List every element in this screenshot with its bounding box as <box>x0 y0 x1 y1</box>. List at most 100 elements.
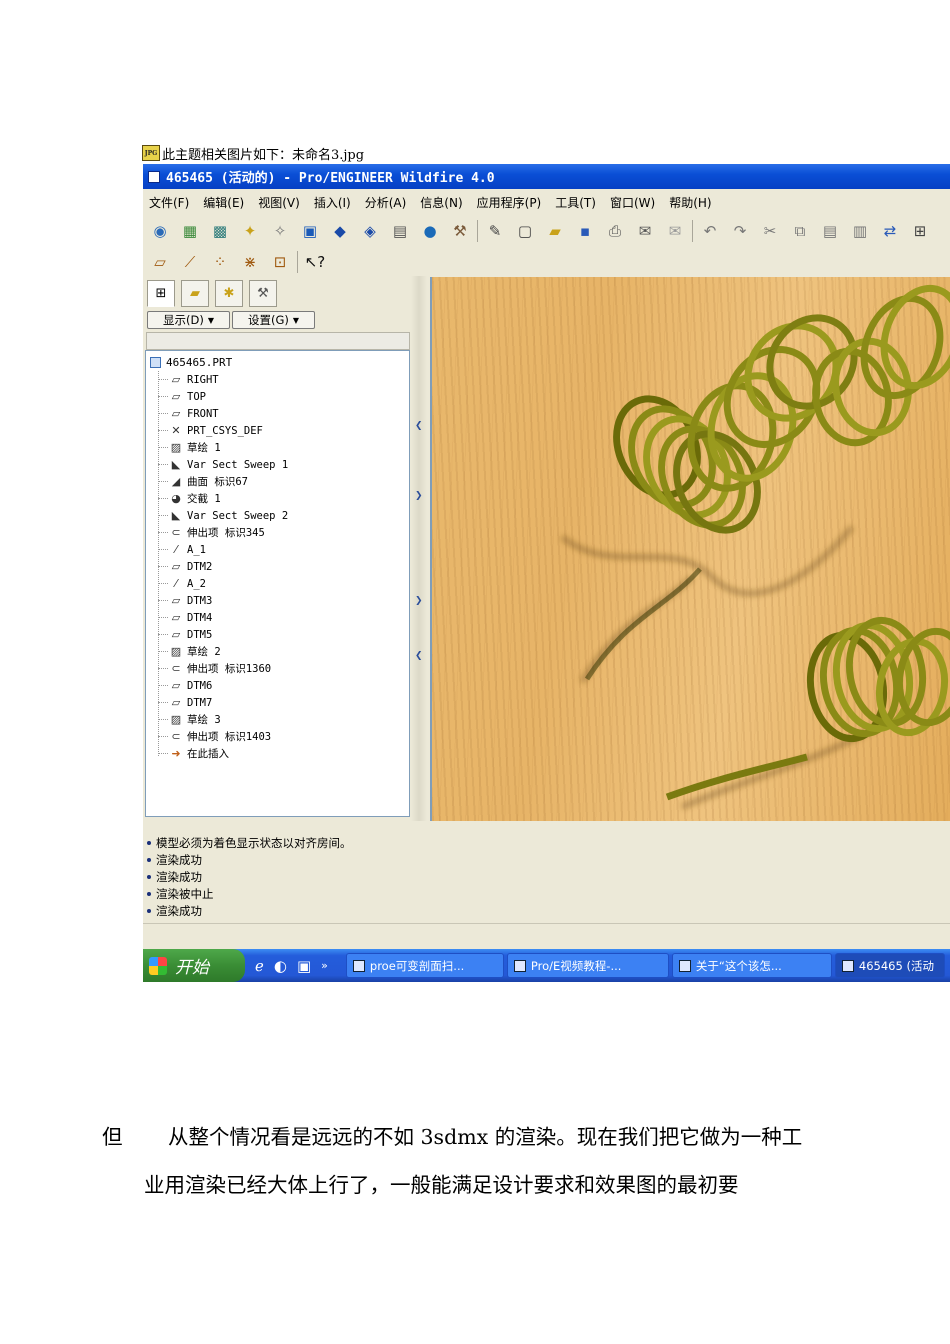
menu-file[interactable]: 文件(F) <box>149 194 189 211</box>
window-titlebar[interactable]: 465465 (活动的) - Pro/ENGINEER Wildfire 4.0 <box>143 164 950 189</box>
datum-plane-tool-icon[interactable]: ▱ <box>149 251 171 273</box>
tree-item[interactable]: ▱ DTM6 <box>158 677 288 694</box>
expand-right-icon[interactable]: ❯ <box>415 491 423 501</box>
menu-analysis[interactable]: 分析(A) <box>365 194 407 211</box>
mail-icon[interactable]: ✉ <box>634 220 656 242</box>
tree-item[interactable]: ▨ 草绘 2 <box>158 643 288 660</box>
collapse-left-icon[interactable]: ❮ <box>415 421 423 431</box>
tool-icon[interactable]: ⊞ <box>909 220 931 242</box>
menu-view[interactable]: 视图(V) <box>258 194 300 211</box>
tree-item[interactable]: ◣ Var Sect Sweep 2 <box>158 507 288 524</box>
display-dropdown[interactable]: 显示(D) ▼ <box>147 311 230 329</box>
expand-right-icon[interactable]: ❯ <box>415 596 423 606</box>
datum-csys-tool-icon[interactable]: ⋇ <box>239 251 261 273</box>
tree-connector <box>158 753 168 754</box>
ie-icon[interactable]: ℯ <box>255 957 264 975</box>
panel-splitter[interactable]: ❮ ❯ ❯ ❮ <box>411 276 427 821</box>
tree-root[interactable]: 465465.PRT <box>150 354 232 370</box>
open-folder-icon[interactable]: ▰ <box>544 220 566 242</box>
tree-item-label: 伸出项 标识1403 <box>187 731 272 743</box>
tab-favorites[interactable]: ✱ <box>215 280 243 307</box>
menu-tools[interactable]: 工具(T) <box>555 194 596 211</box>
redo-icon[interactable]: ↷ <box>729 220 751 242</box>
copy-icon[interactable]: ⧉ <box>789 220 811 242</box>
tree-item[interactable]: ▱ FRONT <box>158 405 288 422</box>
folder-icon: ▰ <box>190 286 200 301</box>
media-icon[interactable]: ◐ <box>274 957 287 975</box>
settings-dropdown[interactable]: 设置(G) ▼ <box>232 311 315 329</box>
tree-item[interactable]: ▱ DTM2 <box>158 558 288 575</box>
paste-special-icon[interactable]: ▥ <box>849 220 871 242</box>
tree-item[interactable]: ◣ Var Sect Sweep 1 <box>158 456 288 473</box>
appearance-icon[interactable]: ▩ <box>209 220 231 242</box>
scene-icon[interactable]: ◉ <box>149 220 171 242</box>
menu-help[interactable]: 帮助(H) <box>669 194 711 211</box>
menu-edit[interactable]: 编辑(E) <box>203 194 244 211</box>
room-editor-icon[interactable]: ▦ <box>179 220 201 242</box>
pencil-icon[interactable]: ✎ <box>484 220 506 242</box>
menu-applications[interactable]: 应用程序(P) <box>477 194 542 211</box>
tree-item[interactable]: ▱ DTM4 <box>158 609 288 626</box>
undo-icon[interactable]: ↶ <box>699 220 721 242</box>
datum-plane-icon: ▱ <box>171 628 181 641</box>
save-icon[interactable]: ▪ <box>574 220 596 242</box>
render-setup-icon[interactable]: ▣ <box>299 220 321 242</box>
hammer-icon[interactable]: ⚒ <box>449 220 471 242</box>
regenerate-icon[interactable]: ⇄ <box>879 220 901 242</box>
start-button[interactable]: 开始 <box>143 949 245 982</box>
render-viewport[interactable] <box>430 277 950 821</box>
cut-icon[interactable]: ✂ <box>759 220 781 242</box>
message-line: 渲染被中止 <box>147 885 352 902</box>
tree-item[interactable]: ▱ DTM3 <box>158 592 288 609</box>
menu-insert[interactable]: 插入(I) <box>314 194 351 211</box>
tree-item[interactable]: ⊂ 伸出项 标识1360 <box>158 660 288 677</box>
tree-item[interactable]: ◕ 交截 1 <box>158 490 288 507</box>
photo-icon[interactable]: ● <box>419 220 441 242</box>
model-tree-icon: ⊞ <box>155 286 167 301</box>
tree-item[interactable]: ▨ 草绘 3 <box>158 711 288 728</box>
surface-icon: ◢ <box>171 475 181 488</box>
tree-item[interactable]: ▱ TOP <box>158 388 288 405</box>
menu-info[interactable]: 信息(N) <box>420 194 462 211</box>
bullet-icon <box>147 857 151 862</box>
taskbar-button[interactable]: Pro/E视频教程-... <box>506 953 669 978</box>
tree-item[interactable]: ⁄ A_1 <box>158 541 288 558</box>
toolbar-separator <box>297 251 298 273</box>
collapse-left-icon[interactable]: ❮ <box>415 651 423 661</box>
tree-item[interactable]: ◢ 曲面 标识67 <box>158 473 288 490</box>
tree-item[interactable]: ⊂ 伸出项 标识1403 <box>158 728 288 745</box>
chevron-down-icon: ▼ <box>207 315 214 325</box>
print-icon[interactable]: ⎙ <box>604 220 626 242</box>
datum-axis-tool-icon[interactable]: ⟋ <box>179 251 201 273</box>
tree-item-label: DTM7 <box>187 696 213 709</box>
decal-icon[interactable]: ▤ <box>389 220 411 242</box>
tab-folder-browser[interactable]: ▰ <box>181 280 209 307</box>
paste-icon[interactable]: ▤ <box>819 220 841 242</box>
sketch-tool-icon[interactable]: ⊡ <box>269 251 291 273</box>
taskbar-button[interactable]: 465465 (活动 <box>834 953 945 978</box>
chevron-right-icon[interactable]: » <box>321 959 328 972</box>
tree-item[interactable]: ▱ RIGHT <box>158 371 288 388</box>
context-help-icon[interactable]: ↖? <box>304 251 326 273</box>
tree-item[interactable]: ▱ DTM7 <box>158 694 288 711</box>
tab-connections[interactable]: ⚒ <box>249 280 277 307</box>
tree-item[interactable]: ▱ DTM5 <box>158 626 288 643</box>
mail-attach-icon[interactable]: ✉ <box>664 220 686 242</box>
render-window-icon[interactable]: ◆ <box>329 220 351 242</box>
tree-item[interactable]: ⁄ A_2 <box>158 575 288 592</box>
menu-window[interactable]: 窗口(W) <box>610 194 655 211</box>
tree-item[interactable]: ➜ 在此插入 <box>158 745 288 762</box>
render-region-icon[interactable]: ◈ <box>359 220 381 242</box>
taskbar-button[interactable]: 关于“这个该怎... <box>671 953 832 978</box>
tree-item[interactable]: ▨ 草绘 1 <box>158 439 288 456</box>
tab-model-tree[interactable]: ⊞ <box>147 280 175 307</box>
tree-item[interactable]: ⊂ 伸出项 标识345 <box>158 524 288 541</box>
datum-point-tool-icon[interactable]: ⁘ <box>209 251 231 273</box>
bullet-icon <box>147 874 151 879</box>
tree-item[interactable]: ✕ PRT_CSYS_DEF <box>158 422 288 439</box>
effects-icon[interactable]: ✧ <box>269 220 291 242</box>
desktop-icon[interactable]: ▣ <box>297 957 311 975</box>
new-file-icon[interactable]: ▢ <box>514 220 536 242</box>
taskbar-button[interactable]: proe可变剖面扫... <box>345 953 504 978</box>
light-icon[interactable]: ✦ <box>239 220 261 242</box>
